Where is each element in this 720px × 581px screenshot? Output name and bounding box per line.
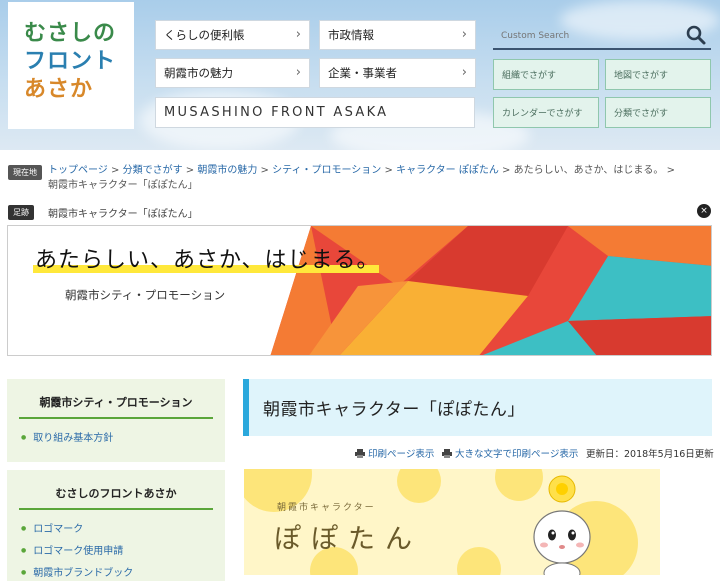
city-promotion-banner[interactable]: あたらしい、あさか、はじまる。 朝霞市シティ・プロモーション — [7, 225, 712, 356]
find-by-calendar-label: カレンダーでさがす — [502, 109, 583, 119]
character-subtitle: 朝霞市キャラクター — [277, 503, 376, 513]
breadcrumb-link-new-start[interactable]: あたらしい、あさか、はじまる。 — [514, 165, 664, 176]
current-location-tag: 現在地 — [8, 165, 42, 180]
breadcrumb: トップページ > 分類でさがす > 朝霞市の魅力 > シティ・プロモーション >… — [48, 163, 708, 193]
find-by-organization-button[interactable]: 組織でさがす — [493, 59, 599, 90]
breadcrumb-separator: > — [384, 165, 393, 176]
large-print-link[interactable]: 大きな文字で印刷ページ表示 — [442, 446, 578, 460]
breadcrumb-link-promotion[interactable]: シティ・プロモーション — [272, 165, 381, 176]
musashino-front-asaka-link[interactable]: MUSASHINO FRONT ASAKA — [155, 97, 475, 128]
nav-city-charm-label: 朝霞市の魅力 — [164, 66, 233, 80]
character-banner: 朝霞市キャラクター ぽぽたん — [244, 469, 660, 575]
breadcrumb-link-charm[interactable]: 朝霞市の魅力 — [197, 165, 257, 176]
nav-living-guide-label: くらしの便利帳 — [164, 28, 245, 42]
breadcrumb-current: 朝霞市キャラクター「ぽぽたん」 — [48, 180, 198, 191]
breadcrumb-separator: > — [185, 165, 195, 176]
close-icon[interactable]: × — [697, 204, 711, 218]
site-logo[interactable]: むさしの フロント あさか — [8, 2, 134, 129]
side-menu-list: ロゴマーク ロゴマーク使用申請 朝霞市ブランドブック — [7, 510, 225, 581]
side-menu-promotion: 朝霞市シティ・プロモーション 取り組み基本方針 — [7, 379, 225, 462]
site-search — [493, 22, 711, 50]
printer-icon — [442, 449, 452, 458]
logo-line-2: フロント — [24, 49, 117, 74]
search-input[interactable] — [501, 26, 681, 46]
side-menu-list: 取り組み基本方針 — [7, 419, 225, 449]
breadcrumb-separator: > — [260, 165, 269, 176]
nav-business[interactable]: 企業・事業者 › — [319, 58, 476, 88]
footprint-link[interactable]: 朝霞市キャラクター「ぽぽたん」 — [48, 205, 198, 220]
logo-line-3: あさか — [24, 77, 94, 102]
chevron-right-icon: › — [461, 27, 467, 42]
side-menu-musashino: むさしのフロントあさか ロゴマーク ロゴマーク使用申請 朝霞市ブランドブック — [7, 470, 225, 581]
chevron-right-icon: › — [295, 65, 301, 80]
print-link[interactable]: 印刷ページ表示 — [355, 446, 434, 460]
side-menu-item-brand-book[interactable]: 朝霞市ブランドブック — [21, 562, 225, 581]
site-header: むさしの フロント あさか くらしの便利帳 › 市政情報 › 朝霞市の魅力 › … — [0, 0, 720, 150]
find-by-category-button[interactable]: 分類でさがす — [605, 97, 711, 128]
search-icon[interactable] — [685, 24, 707, 46]
breadcrumb-separator: > — [666, 165, 676, 176]
printer-icon — [355, 449, 365, 458]
footprint-tag: 足跡 — [8, 205, 34, 220]
logo-line-1: むさしの — [24, 21, 117, 46]
banner-title: あたらしい、あさか、はじまる。 — [35, 248, 380, 273]
nav-city-charm[interactable]: 朝霞市の魅力 › — [155, 58, 310, 88]
breadcrumb-link-top[interactable]: トップページ — [48, 165, 108, 176]
side-menu-item-basic-policy[interactable]: 取り組み基本方針 — [21, 427, 225, 449]
breadcrumb-separator: > — [502, 165, 511, 176]
breadcrumb-link-character[interactable]: キャラクター ぽぽたん — [396, 165, 499, 176]
chevron-right-icon: › — [461, 65, 467, 80]
breadcrumb-link-category[interactable]: 分類でさがす — [123, 165, 183, 176]
updated-date: 更新日：2018年5月16日更新 — [586, 449, 714, 460]
print-label: 印刷ページ表示 — [368, 449, 435, 460]
nav-living-guide[interactable]: くらしの便利帳 › — [155, 20, 310, 50]
side-menu-title: むさしのフロントあさか — [19, 470, 213, 510]
banner-subtitle: 朝霞市シティ・プロモーション — [65, 288, 226, 302]
page-title-box: 朝霞市キャラクター「ぽぽたん」 — [243, 379, 712, 436]
page-title: 朝霞市キャラクター「ぽぽたん」 — [263, 400, 525, 420]
find-by-calendar-button[interactable]: カレンダーでさがす — [493, 97, 599, 128]
find-by-category-label: 分類でさがす — [614, 109, 669, 119]
chevron-right-icon: › — [295, 27, 301, 42]
find-by-map-button[interactable]: 地図でさがす — [605, 59, 711, 90]
find-by-map-label: 地図でさがす — [614, 71, 669, 81]
character-name: ぽぽたん — [274, 524, 422, 555]
side-menu-title: 朝霞市シティ・プロモーション — [19, 379, 213, 419]
large-print-label: 大きな文字で印刷ページ表示 — [455, 449, 579, 460]
side-menu-item-logo[interactable]: ロゴマーク — [21, 518, 225, 540]
find-by-organization-label: 組織でさがす — [502, 71, 557, 81]
nav-municipal-info[interactable]: 市政情報 › — [319, 20, 476, 50]
side-menu-item-logo-request[interactable]: ロゴマーク使用申請 — [21, 540, 225, 562]
breadcrumb-separator: > — [111, 165, 120, 176]
nav-business-label: 企業・事業者 — [328, 66, 397, 80]
nav-municipal-info-label: 市政情報 — [328, 28, 374, 42]
